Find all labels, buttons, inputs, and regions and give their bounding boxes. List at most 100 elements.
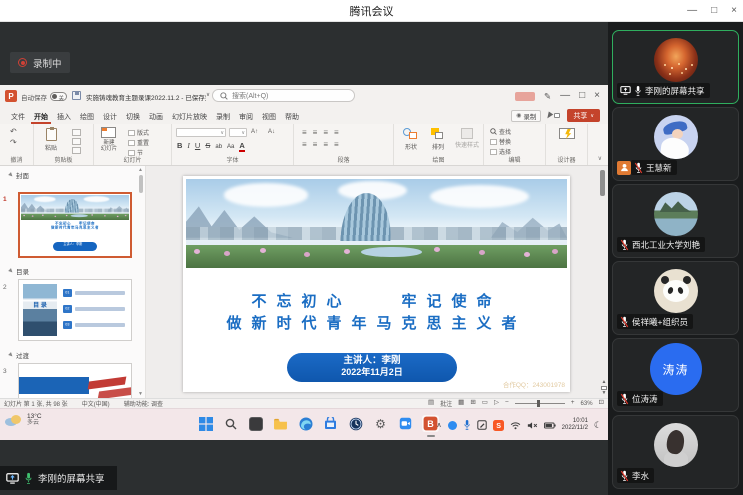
- grow-font-icon[interactable]: A↑: [251, 129, 258, 135]
- italic-button[interactable]: I: [187, 141, 190, 150]
- copy-icon[interactable]: [72, 138, 81, 145]
- arrange-button[interactable]: 排列: [426, 128, 450, 151]
- previous-slide-button[interactable]: ▲: [602, 380, 607, 385]
- slide-panorama-image[interactable]: [186, 179, 567, 268]
- new-slide-label[interactable]: 新建 幻灯片: [94, 140, 124, 152]
- focus-assist-icon[interactable]: ☾: [594, 421, 602, 430]
- notes-button[interactable]: 批注: [440, 399, 452, 408]
- weather-widget[interactable]: 13°C 多云: [5, 413, 42, 427]
- zoom-in-button[interactable]: +: [571, 400, 575, 407]
- ppt-maximize-button[interactable]: □: [579, 91, 585, 101]
- shrink-font-icon[interactable]: A↓: [268, 129, 275, 135]
- participant-tile[interactable]: 侯祥曦+组织员: [612, 261, 739, 335]
- align-right-icon[interactable]: ≡: [323, 140, 328, 149]
- bullets-icon[interactable]: ≡: [302, 128, 307, 137]
- participant-tile[interactable]: 王慧新: [612, 107, 739, 181]
- zoom-out-button[interactable]: −: [505, 400, 509, 407]
- tab-file[interactable]: 文件: [8, 112, 28, 124]
- next-slide-button[interactable]: ▼: [602, 391, 607, 396]
- zoom-level[interactable]: 63%: [581, 401, 593, 407]
- edge-browser-icon[interactable]: [297, 415, 314, 432]
- numbering-icon[interactable]: ≡: [313, 128, 318, 137]
- change-case-button[interactable]: Aa: [227, 144, 234, 150]
- language-indicator[interactable]: 中文(中国): [82, 399, 110, 408]
- battery-icon[interactable]: [544, 422, 556, 429]
- taskbar-clock[interactable]: 10:01 2022/11/2: [562, 418, 588, 432]
- start-button[interactable]: [197, 415, 214, 432]
- paste-icon[interactable]: [46, 128, 57, 141]
- tab-review[interactable]: 审阅: [236, 112, 256, 124]
- bold-button[interactable]: B: [177, 141, 182, 150]
- autosave-toggle[interactable]: 关: [50, 92, 67, 101]
- columns-icon[interactable]: ≡: [334, 140, 339, 149]
- slideshow-button[interactable]: ▷: [494, 400, 499, 407]
- slide-thumbnail-1[interactable]: 不忘初心 牢记使命 做新时代青年马克思主义者 主讲人：李刚: [18, 192, 132, 258]
- participant-tile[interactable]: 涛涛 位涛涛: [612, 338, 739, 412]
- slide-title-line2[interactable]: 做新时代青年马克思主义者: [183, 316, 570, 331]
- settings-icon[interactable]: ⚙: [372, 415, 389, 432]
- account-badge[interactable]: [515, 92, 535, 101]
- redo-icon[interactable]: ↷: [10, 139, 17, 147]
- dark-window-icon[interactable]: [247, 415, 264, 432]
- font-name-select[interactable]: ∨: [176, 128, 226, 137]
- ppt-close-button[interactable]: ×: [594, 91, 600, 101]
- scrollbar-thumb[interactable]: [139, 175, 143, 193]
- meeting-app-icon[interactable]: [397, 415, 414, 432]
- volume-muted-icon[interactable]: [527, 421, 538, 430]
- speaker-pill[interactable]: 主讲人：李刚 2022年11月2日: [287, 353, 457, 382]
- shapes-button[interactable]: 形状: [398, 128, 424, 151]
- pen-icon[interactable]: ✎: [544, 91, 551, 102]
- tray-expand-icon[interactable]: ∧: [437, 422, 442, 429]
- participant-tile-sharing[interactable]: 李刚的屏幕共享: [612, 30, 739, 104]
- font-size-select[interactable]: ∨: [229, 128, 247, 137]
- section-toc[interactable]: 目录: [9, 266, 29, 276]
- tab-help[interactable]: 帮助: [282, 112, 302, 124]
- zoom-slider[interactable]: [515, 403, 565, 404]
- quick-styles-button[interactable]: 快速样式: [452, 128, 482, 149]
- clock-app-icon[interactable]: [347, 415, 364, 432]
- reading-view-button[interactable]: ▭: [482, 400, 488, 407]
- slide-thumbnail-2[interactable]: 目 录 01 02 03: [18, 279, 132, 341]
- tab-record[interactable]: 录制: [213, 112, 233, 124]
- accessibility-status[interactable]: 辅助功能: 调查: [124, 399, 163, 408]
- tray-mic-icon[interactable]: [463, 419, 471, 431]
- save-icon[interactable]: [72, 91, 81, 100]
- designer-icon[interactable]: [559, 128, 575, 139]
- cut-icon[interactable]: [72, 129, 81, 136]
- tab-design[interactable]: 设计: [100, 112, 120, 124]
- thumbnail-scrollbar[interactable]: ▲ ▼: [137, 166, 144, 398]
- close-button[interactable]: ×: [731, 6, 737, 16]
- normal-view-button[interactable]: ▦: [458, 400, 464, 407]
- current-slide[interactable]: 不忘初心 牢记使命 做新时代青年马克思主义者 主讲人：李刚 2022年11月2日…: [183, 176, 570, 392]
- indent-icon[interactable]: ≡: [323, 128, 328, 137]
- char-spacing-button[interactable]: ab: [215, 144, 222, 150]
- tab-transitions[interactable]: 切换: [123, 112, 143, 124]
- taskbar-search-icon[interactable]: [222, 415, 239, 432]
- underline-button[interactable]: U: [195, 141, 200, 150]
- paragraph-icons-row2[interactable]: ≡ ≡ ≡ ≡: [302, 140, 339, 149]
- participant-tile[interactable]: 李水: [612, 415, 739, 489]
- section-transition[interactable]: 过渡: [9, 350, 29, 360]
- notes-icon[interactable]: ▤: [428, 400, 434, 407]
- maximize-button[interactable]: □: [711, 6, 717, 16]
- store-icon[interactable]: [322, 415, 339, 432]
- zoom-slider-knob[interactable]: [537, 400, 540, 407]
- fit-slide-button[interactable]: ⊡: [599, 400, 604, 407]
- ribbon-collapse[interactable]: ∨: [588, 124, 608, 165]
- paragraph-icons-row1[interactable]: ≡ ≡ ≡ ≡: [302, 128, 339, 137]
- sogou-input-icon[interactable]: S: [493, 420, 504, 431]
- scroll-down-icon[interactable]: ▼: [137, 391, 144, 397]
- canvas-scrollbar[interactable]: [599, 170, 605, 368]
- file-explorer-icon[interactable]: [272, 415, 289, 432]
- section-cover[interactable]: 封面: [9, 170, 29, 180]
- share-button[interactable]: 共享 ∨: [567, 109, 600, 122]
- tab-draw[interactable]: 绘图: [77, 112, 97, 124]
- replace-button[interactable]: 替换: [490, 137, 511, 146]
- canvas-scrollbar-thumb[interactable]: [600, 170, 605, 196]
- new-slide-icon[interactable]: [101, 127, 116, 138]
- undo-icon[interactable]: ↶: [10, 128, 17, 136]
- find-button[interactable]: 查找: [490, 127, 511, 136]
- layout-button[interactable]: 版式: [128, 128, 149, 137]
- ribbon-collapse-icon[interactable]: ∨: [598, 155, 602, 162]
- record-button[interactable]: ◉ 录制: [511, 110, 541, 122]
